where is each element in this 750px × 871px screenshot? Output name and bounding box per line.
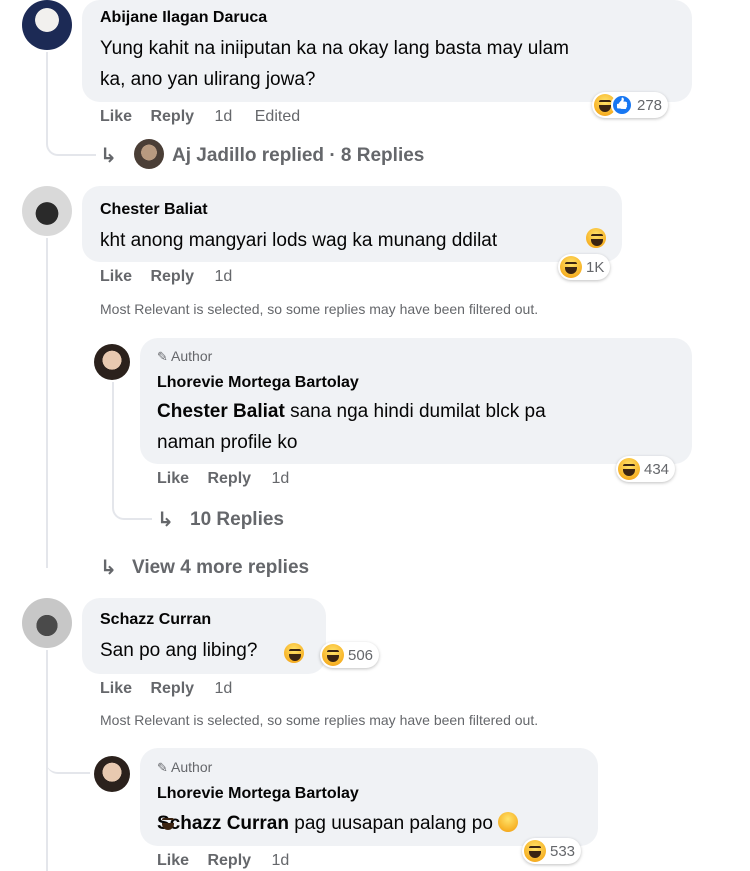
avatar[interactable] [22,598,72,648]
view-more-replies-link[interactable]: View 4 more replies [132,557,309,579]
rofl-emoji-icon [586,228,606,248]
reaction-count: 434 [644,460,670,478]
mention-link[interactable]: Schazz Curran [157,813,289,834]
timestamp[interactable]: 1d [215,108,233,126]
reaction-count: 1K [586,258,605,276]
reaction-summary[interactable]: 278 [592,92,669,118]
like-button[interactable]: Like [100,108,132,126]
reply-button[interactable]: Reply [150,108,194,126]
mention-link[interactable]: Chester Baliat [157,401,285,422]
reply-actions: Like Reply 1d [157,852,289,870]
like-reaction-icon [611,94,633,116]
reply-arrow-icon: ↳ [157,509,174,531]
smile-emoji-icon [498,812,519,832]
haha-reaction-icon [524,840,546,862]
reply-arrow-icon: ↳ [100,557,117,579]
view-replies-link[interactable]: Aj Jadillo replied · 8 Replies [172,145,424,167]
author-badge: ✎ Author [157,348,213,364]
reply-author-name[interactable]: Lhorevie Mortega Bartolay [157,374,359,392]
comment-actions: Like Reply 1d Edited [100,108,300,126]
comment-actions: Like Reply 1d [100,680,232,698]
comment-author-name[interactable]: Schazz Curran [100,611,211,629]
avatar[interactable] [134,139,164,169]
avatar[interactable] [94,344,130,380]
thread-line [46,238,48,568]
filter-note: Most Relevant is selected, so some repli… [100,712,539,728]
reaction-count: 533 [550,842,576,860]
reply-button[interactable]: Reply [207,470,251,488]
reaction-count: 506 [348,646,374,664]
thread-connector [112,382,152,520]
haha-reaction-icon [322,644,344,666]
reply-button[interactable]: Reply [150,680,194,698]
comment-actions: Like Reply 1d [100,268,232,286]
timestamp[interactable]: 1d [272,470,290,488]
avatar[interactable] [22,0,72,50]
timestamp[interactable]: 1d [272,852,290,870]
comment-text: kht anong mangyari lods wag ka munang dd… [100,230,498,251]
reaction-summary[interactable]: 1K [558,254,611,280]
smile-emoji-icon [284,643,304,663]
like-button[interactable]: Like [100,680,132,698]
haha-reaction-icon [560,256,582,278]
comment-text-line-2: ka, ano yan ulirang jowa? [100,69,316,90]
timestamp[interactable]: 1d [215,680,233,698]
reply-author-name[interactable]: Lhorevie Mortega Bartolay [157,785,359,803]
reply-button[interactable]: Reply [150,268,194,286]
timestamp[interactable]: 1d [215,268,233,286]
comment-text-line-1: Yung kahit na iniiputan ka na okay lang … [100,38,569,59]
thread-connector [46,650,90,774]
like-button[interactable]: Like [100,268,132,286]
view-replies-link[interactable]: 10 Replies [190,509,284,531]
edited-label: Edited [254,108,301,125]
reaction-summary[interactable]: 434 [616,456,676,482]
reaction-summary[interactable]: 506 [320,642,380,668]
reply-text-line-1: Chester Baliat sana nga hindi dumilat bl… [157,401,546,422]
reaction-count: 278 [637,96,663,114]
reaction-summary[interactable]: 533 [522,838,582,864]
filter-note: Most Relevant is selected, so some repli… [100,301,539,317]
thread-connector [46,52,96,156]
comment-author-name[interactable]: Chester Baliat [100,201,208,219]
like-button[interactable]: Like [157,852,189,870]
haha-reaction-icon [618,458,640,480]
like-button[interactable]: Like [157,470,189,488]
avatar[interactable] [94,756,130,792]
author-badge: ✎ Author [157,759,213,775]
comment-bubble [82,598,326,674]
reply-actions: Like Reply 1d [157,470,289,488]
comment-author-name[interactable]: Abijane Ilagan Daruca [100,9,267,27]
reply-text-line-2: naman profile ko [157,432,298,453]
reply-text: Schazz Curran pag uusapan palang po [157,812,519,835]
comment-text: San po ang libing? [100,640,258,661]
reply-button[interactable]: Reply [207,852,251,870]
pencil-icon: ✎ [157,349,168,364]
reply-arrow-icon: ↳ [100,145,117,167]
pencil-icon: ✎ [157,760,168,775]
avatar[interactable] [22,186,72,236]
